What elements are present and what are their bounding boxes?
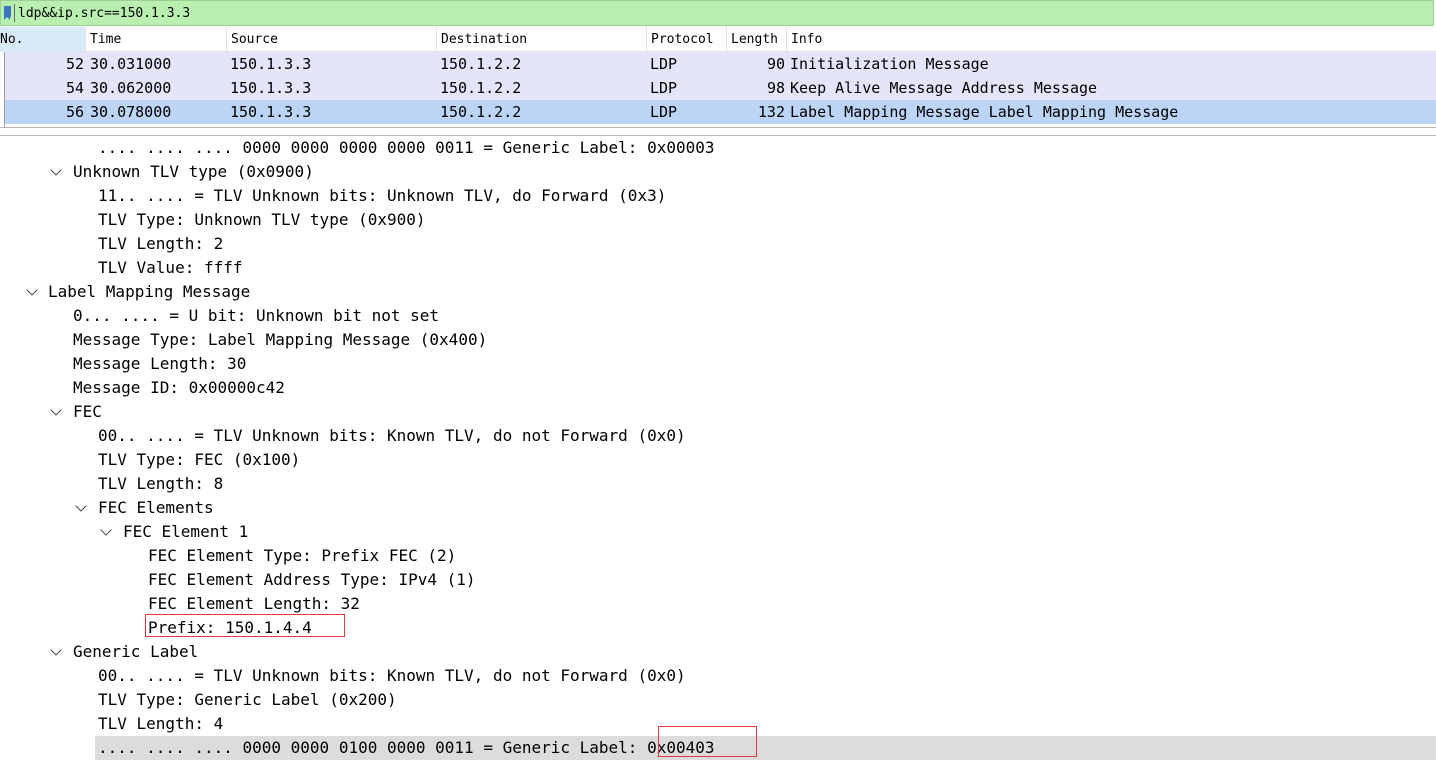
chevron-down-icon[interactable] (26, 284, 38, 296)
packet-source: 150.1.3.3 (230, 103, 312, 121)
annotation-box-generic-label (658, 726, 757, 757)
column-header-info[interactable]: Info (787, 27, 1436, 51)
chevron-down-icon[interactable] (50, 164, 62, 176)
column-header-no[interactable]: No. (0, 27, 86, 51)
packet-destination: 150.1.2.2 (440, 79, 522, 97)
column-header-length[interactable]: Length (727, 27, 787, 51)
packet-length: 132 (757, 103, 785, 121)
tree-item-generic-label[interactable]: Generic Label (0, 640, 1436, 664)
tree-item[interactable]: Message Type: Label Mapping Message (0x4… (0, 328, 1436, 352)
tree-item[interactable]: FEC Element Type: Prefix FEC (2) (0, 544, 1436, 568)
packet-length: 98 (766, 79, 785, 97)
tree-item-label-mapping-message[interactable]: Label Mapping Message (0, 280, 1436, 304)
packet-info: Label Mapping Message Label Mapping Mess… (790, 103, 1179, 121)
tree-item-label: FEC Element Address Type: IPv4 (1) (148, 570, 476, 589)
tree-item-label: TLV Value: ffff (98, 258, 243, 277)
tree-item-label: Generic Label (73, 642, 199, 661)
tree-item[interactable]: 00.. .... = TLV Unknown bits: Known TLV,… (0, 424, 1436, 448)
packet-row[interactable]: 54 30.062000 150.1.3.3 150.1.2.2 LDP 98 … (5, 76, 1436, 100)
packet-destination: 150.1.2.2 (440, 55, 522, 73)
packet-protocol: LDP (650, 55, 678, 73)
packet-list-header: No. Time Source Destination Protocol Len… (0, 27, 1436, 52)
tree-item-label: Message Length: 30 (73, 354, 247, 373)
tree-item-label: TLV Type: FEC (0x100) (98, 450, 301, 469)
tree-item-label: TLV Type: Generic Label (0x200) (98, 690, 397, 709)
tree-item-label: FEC (73, 402, 102, 421)
bookmark-icon[interactable] (4, 6, 11, 20)
tree-item[interactable]: .... .... .... 0000 0000 0000 0000 0011 … (0, 136, 1436, 160)
tree-item-label: 00.. .... = TLV Unknown bits: Known TLV,… (98, 426, 686, 445)
tree-item-label: 00.. .... = TLV Unknown bits: Known TLV,… (98, 666, 686, 685)
packet-time: 30.078000 (90, 103, 172, 121)
tree-item[interactable]: Message ID: 0x00000c42 (0, 376, 1436, 400)
packet-list: No. Time Source Destination Protocol Len… (0, 27, 1436, 128)
tree-item[interactable]: TLV Type: Unknown TLV type (0x900) (0, 208, 1436, 232)
tree-item-label: 0... .... = U bit: Unknown bit not set (73, 306, 440, 325)
tree-item-label: FEC Element Length: 32 (148, 594, 360, 613)
column-header-time[interactable]: Time (86, 27, 227, 51)
tree-item-label: TLV Length: 4 (98, 714, 224, 733)
packet-no: 52 (65, 55, 84, 73)
tree-item-label: FEC Element 1 (123, 522, 249, 541)
tree-item[interactable]: TLV Length: 8 (0, 472, 1436, 496)
packet-no: 56 (65, 103, 84, 121)
tree-item-label: TLV Type: Unknown TLV type (0x900) (98, 210, 426, 229)
tree-item[interactable]: TLV Length: 2 (0, 232, 1436, 256)
chevron-down-icon[interactable] (75, 500, 87, 512)
tree-item-label: Message ID: 0x00000c42 (73, 378, 285, 397)
column-header-destination[interactable]: Destination (437, 27, 647, 51)
chevron-down-icon[interactable] (100, 524, 112, 536)
packet-row[interactable]: 52 30.031000 150.1.3.3 150.1.2.2 LDP 90 … (5, 52, 1436, 76)
tree-item[interactable]: FEC Element Length: 32 (0, 592, 1436, 616)
tree-item-selected[interactable]: .... .... .... 0000 0000 0100 0000 0011 … (95, 736, 1436, 760)
tree-item-fec-element-1[interactable]: FEC Element 1 (0, 520, 1436, 544)
packet-protocol: LDP (650, 103, 678, 121)
packet-destination: 150.1.2.2 (440, 103, 522, 121)
column-header-protocol[interactable]: Protocol (647, 27, 727, 51)
packet-info: Keep Alive Message Address Message (790, 79, 1098, 97)
tree-item-fec-elements[interactable]: FEC Elements (0, 496, 1436, 520)
tree-item-label: .... .... .... 0000 0000 0100 0000 0011 … (98, 738, 715, 757)
tree-item-label: Unknown TLV type (0x0900) (73, 162, 314, 181)
packet-source: 150.1.3.3 (230, 79, 312, 97)
tree-item-label: TLV Length: 8 (98, 474, 224, 493)
packet-details-tree: .... .... .... 0000 0000 0000 0000 0011 … (0, 136, 1436, 766)
tree-item-label: Message Type: Label Mapping Message (0x4… (73, 330, 488, 349)
packet-time: 30.062000 (90, 79, 172, 97)
packet-info: Initialization Message (790, 55, 989, 73)
display-filter-bar[interactable]: ldp&&ip.src==150.1.3.3 (0, 0, 1434, 26)
tree-item[interactable]: 0... .... = U bit: Unknown bit not set (0, 304, 1436, 328)
tree-item-label: TLV Length: 2 (98, 234, 224, 253)
packet-no: 54 (65, 79, 84, 97)
tree-item-label: Label Mapping Message (48, 282, 251, 301)
tree-item-label: FEC Element Type: Prefix FEC (2) (148, 546, 457, 565)
packet-time: 30.031000 (90, 55, 172, 73)
chevron-down-icon[interactable] (50, 644, 62, 656)
tree-item[interactable]: TLV Type: FEC (0x100) (0, 448, 1436, 472)
display-filter-input[interactable]: ldp&&ip.src==150.1.3.3 (18, 4, 190, 24)
packet-protocol: LDP (650, 79, 678, 97)
tree-item-label: .... .... .... 0000 0000 0000 0000 0011 … (98, 138, 715, 157)
tree-item[interactable]: TLV Type: Generic Label (0x200) (0, 688, 1436, 712)
packet-row-selected[interactable]: 56 30.078000 150.1.3.3 150.1.2.2 LDP 132… (5, 100, 1436, 124)
annotation-box-prefix (145, 614, 345, 637)
tree-item[interactable]: 11.. .... = TLV Unknown bits: Unknown TL… (0, 184, 1436, 208)
tree-item[interactable]: TLV Value: ffff (0, 256, 1436, 280)
tree-item[interactable]: FEC Element Address Type: IPv4 (1) (0, 568, 1436, 592)
column-header-source[interactable]: Source (227, 27, 437, 51)
tree-item[interactable]: Message Length: 30 (0, 352, 1436, 376)
packet-length: 90 (766, 55, 785, 73)
tree-item-unknown-tlv[interactable]: Unknown TLV type (0x0900) (0, 160, 1436, 184)
chevron-down-icon[interactable] (50, 404, 62, 416)
tree-item-label: 11.. .... = TLV Unknown bits: Unknown TL… (98, 186, 667, 205)
packet-source: 150.1.3.3 (230, 55, 312, 73)
filter-separator (14, 4, 15, 22)
tree-item[interactable]: 00.. .... = TLV Unknown bits: Known TLV,… (0, 664, 1436, 688)
pane-splitter[interactable] (0, 127, 1436, 136)
tree-item-fec[interactable]: FEC (0, 400, 1436, 424)
tree-item-label: FEC Elements (98, 498, 214, 517)
